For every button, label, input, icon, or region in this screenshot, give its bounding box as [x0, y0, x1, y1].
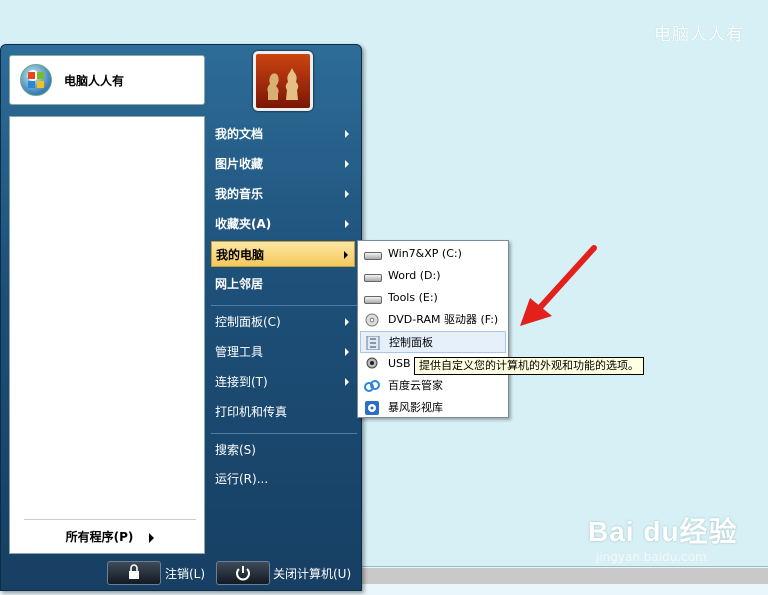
logoff-button[interactable] — [107, 561, 161, 585]
shutdown-label[interactable]: 关闭计算机(U) — [273, 565, 351, 582]
red-arrow-annotation — [520, 245, 597, 326]
watermark-top: 电脑人人有 — [654, 25, 744, 45]
all-programs-label: 所有程序(P) — [65, 530, 134, 544]
submenu-drive-c[interactable]: Win7&XP (C:) — [360, 243, 506, 265]
submenu-storm-media[interactable]: 暴风影视库 — [360, 397, 506, 419]
baidu-jingyan-url: jingyan.baidu.com — [596, 550, 707, 564]
menu-favorites[interactable]: 收藏夹(A) — [211, 211, 355, 237]
menu-my-music[interactable]: 我的音乐 — [211, 181, 355, 207]
webcam-icon — [366, 357, 378, 369]
taskbar-strip — [360, 568, 768, 584]
submenu-baidu-cloud[interactable]: 百度云管家 — [360, 375, 506, 397]
chevron-right-icon — [149, 532, 155, 543]
control-panel-icon — [366, 336, 380, 350]
drive-icon — [364, 274, 382, 282]
tooltip: 提供自定义您的计算机的外观和功能的选项。 — [414, 357, 644, 375]
dvd-icon — [365, 313, 379, 327]
chevron-right-icon — [345, 130, 349, 138]
menu-divider — [211, 433, 357, 434]
windows-logo-icon — [20, 64, 52, 96]
chevron-right-icon — [345, 378, 349, 386]
menu-search[interactable]: 搜索(S) — [211, 437, 355, 463]
menu-network-places[interactable]: 网上邻居 — [211, 271, 355, 297]
chevron-right-icon — [345, 318, 349, 326]
chevron-right-icon — [345, 190, 349, 198]
menu-run[interactable]: 运行(R)... — [211, 466, 355, 492]
submenu-drive-d[interactable]: Word (D:) — [360, 265, 506, 287]
pinned-programs-pane: 所有程序(P) — [9, 116, 205, 554]
chevron-right-icon — [344, 251, 348, 259]
menu-my-documents[interactable]: 我的文档 — [211, 121, 355, 147]
drive-icon — [364, 252, 382, 260]
user-name: 电脑人人有 — [64, 74, 125, 88]
cloud-icon — [364, 380, 380, 392]
media-icon — [365, 401, 379, 415]
drive-icon — [364, 296, 382, 304]
watermark-bottom: Bai du经验 jingyan.baidu.com — [588, 510, 738, 564]
power-icon — [236, 566, 250, 581]
lock-icon — [129, 564, 139, 579]
logoff-label[interactable]: 注销(L) — [165, 565, 205, 582]
menu-admin-tools[interactable]: 管理工具 — [211, 339, 355, 365]
start-menu: 电脑人人有 所有程序(P) 我的文档 图片收藏 我的音乐 收藏夹(A) 我的电脑… — [0, 44, 362, 591]
chevron-right-icon — [345, 160, 349, 168]
all-programs-button[interactable]: 所有程序(P) — [24, 519, 196, 545]
avatar[interactable] — [253, 51, 313, 111]
menu-printers-faxes[interactable]: 打印机和传真 — [211, 399, 355, 425]
chevron-right-icon — [345, 348, 349, 356]
my-computer-submenu: Win7&XP (C:) Word (D:) Tools (E:) DVD-RA… — [357, 240, 509, 418]
menu-connect-to[interactable]: 连接到(T) — [211, 369, 355, 395]
shutdown-button[interactable] — [216, 561, 270, 585]
menu-control-panel[interactable]: 控制面板(C) — [211, 309, 355, 335]
user-box[interactable]: 电脑人人有 — [9, 55, 205, 105]
chevron-right-icon — [345, 220, 349, 228]
menu-my-computer[interactable]: 我的电脑 — [211, 241, 355, 267]
submenu-control-panel[interactable]: 控制面板 — [360, 331, 506, 353]
menu-divider — [211, 305, 357, 306]
submenu-drive-e[interactable]: Tools (E:) — [360, 287, 506, 309]
menu-my-pictures[interactable]: 图片收藏 — [211, 151, 355, 177]
baidu-jingyan-logo: Bai du经验 — [588, 516, 738, 547]
submenu-dvd-drive[interactable]: DVD-RAM 驱动器 (F:) — [360, 309, 506, 331]
